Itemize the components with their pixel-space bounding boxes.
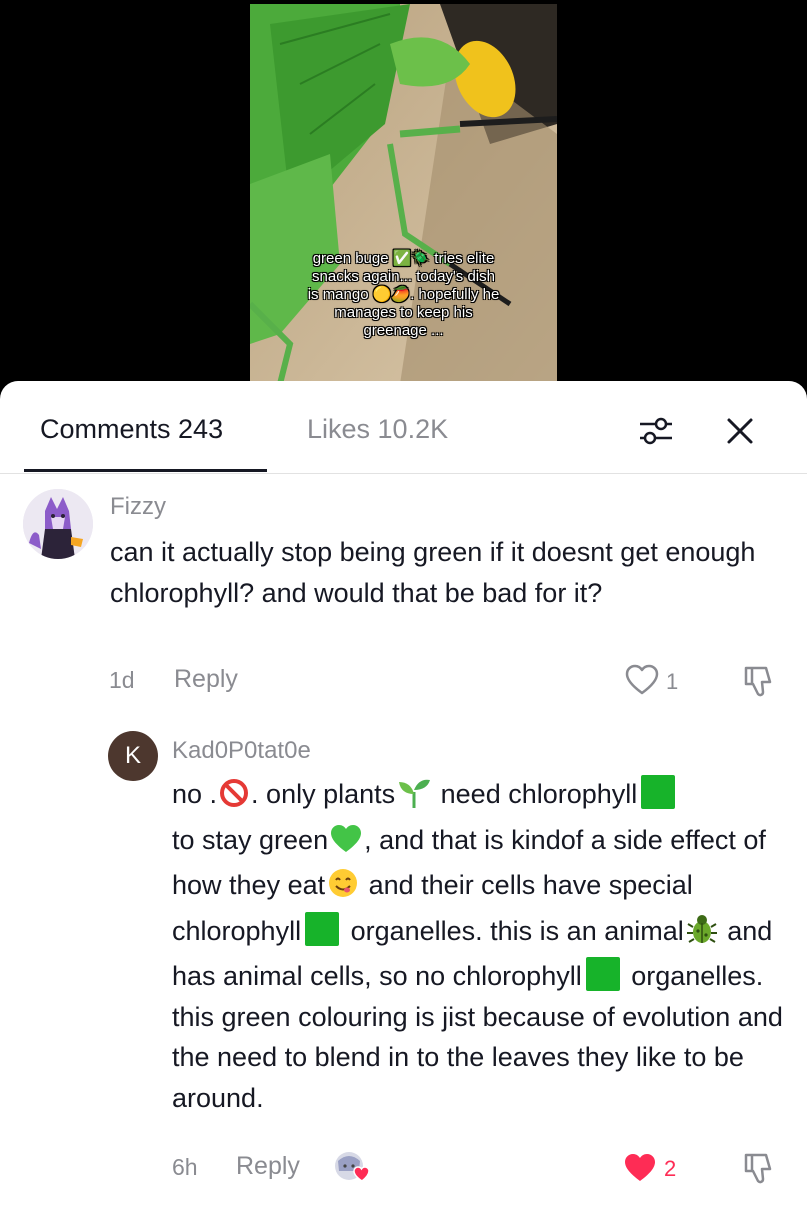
comment-username[interactable]: Kad0P0tat0e [172,737,311,765]
beetle-icon [686,913,718,957]
reply-button[interactable]: Reply [174,665,238,694]
comment-text: can it actually stop being green if it d… [110,537,756,608]
dislike-icon[interactable] [740,664,776,700]
dislike-icon[interactable] [740,1151,776,1187]
like-heart-icon[interactable] [625,664,659,696]
comments-sheet: Comments 243 Likes 10.2K Fizzy can it ac… [0,381,807,1211]
text-segment: . only plants [251,779,396,809]
reply-button[interactable]: Reply [236,1152,300,1181]
video-preview[interactable]: green buge ✅🪲 tries elite snacks again..… [250,4,557,384]
caption-line: greenage ... [363,322,444,339]
tab-comments[interactable]: Comments 243 [40,414,223,445]
green-heart-icon [330,824,362,866]
comment-text: no . . only plants need chlorophyll to sta… [172,774,792,1118]
seedling-icon [397,778,431,820]
caption-line: snacks again... today's dish [312,268,495,285]
reply-comment-item: K Kad0P0tat0e no . . only plants need chl… [0,726,807,1206]
comments-tab-bar: Comments 243 Likes 10.2K [0,381,807,474]
avatar[interactable]: K [108,731,158,781]
text-segment: need chlorophyll [433,779,638,809]
like-count: 1 [666,669,679,694]
caption-line: manages to keep his [334,304,473,321]
close-icon[interactable] [720,411,760,451]
caption-line: green buge ✅🪲 tries elite [312,250,495,267]
avatar[interactable] [23,489,93,559]
comment-username[interactable]: Fizzy [110,493,166,521]
text-segment: organelles. this is an animal [343,915,684,946]
text-segment: to stay green [172,824,329,855]
active-tab-indicator [24,469,267,472]
avatar-letter: K [124,742,141,769]
comment-timestamp: 6h [172,1154,198,1180]
creator-liked-avatar [332,1149,372,1185]
text-segment: no . [172,779,218,809]
prohibited-icon [219,778,249,820]
like-heart-icon[interactable] [623,1152,657,1184]
filter-icon[interactable] [636,411,676,451]
yum-face-icon [327,867,359,911]
caption-line: is mango 🟡🥭. hopefully he [307,286,500,303]
green-square-icon [305,911,340,946]
comment-item: Fizzy can it actually stop being green i… [0,481,807,711]
video-caption: green buge ✅🪲 tries elite snacks again..… [250,250,557,340]
green-square-icon [585,957,620,991]
tab-likes[interactable]: Likes 10.2K [307,414,448,445]
green-square-icon [641,775,676,809]
like-count: 2 [664,1156,677,1181]
comment-timestamp: 1d [109,667,135,693]
